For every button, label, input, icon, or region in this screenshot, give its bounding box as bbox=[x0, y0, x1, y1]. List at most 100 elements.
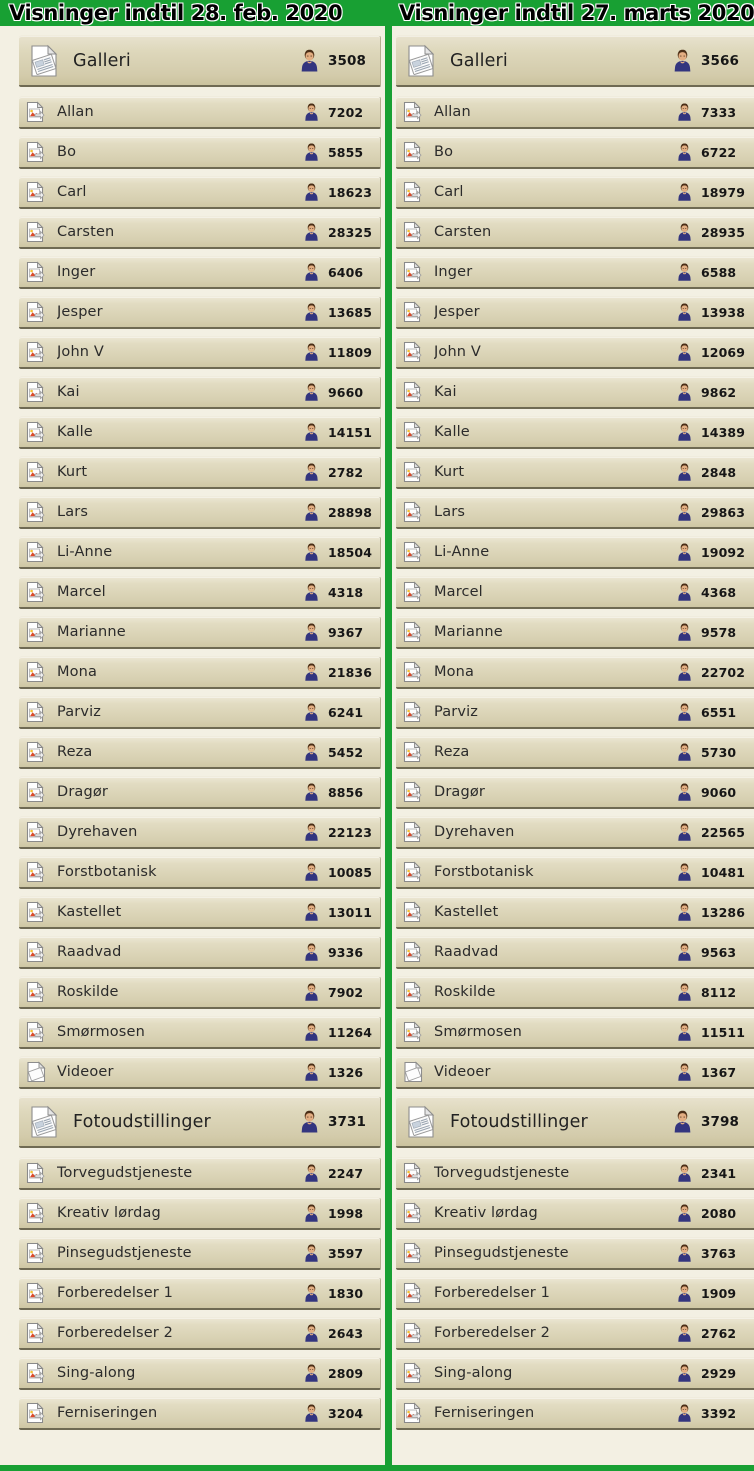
list-item-row[interactable]: Ferniseringen 3204 bbox=[19, 1397, 381, 1430]
list-item-label: Lars bbox=[434, 504, 466, 520]
view-count-group: 6406 bbox=[304, 263, 372, 281]
list-item-row[interactable]: Kreativ lørdag 2080 bbox=[396, 1197, 754, 1230]
group-row[interactable]: Fotoudstillinger 3731 bbox=[19, 1096, 381, 1148]
view-count-group: 11809 bbox=[304, 343, 372, 361]
list-item-row[interactable]: Ferniseringen 3392 bbox=[396, 1397, 754, 1430]
list-item-row[interactable]: Forberedelser 2 2643 bbox=[19, 1317, 381, 1350]
list-item-row[interactable]: Pinsegudstjeneste 3597 bbox=[19, 1237, 381, 1270]
person-icon bbox=[304, 1023, 319, 1041]
list-item-row[interactable]: Smørmosen 11264 bbox=[19, 1016, 381, 1049]
list-item-row[interactable]: Carsten 28935 bbox=[396, 216, 754, 249]
list-item-row[interactable]: Roskilde 7902 bbox=[19, 976, 381, 1009]
list-item-row[interactable]: Forberedelser 1 1830 bbox=[19, 1277, 381, 1310]
group-row[interactable]: Fotoudstillinger 3798 bbox=[396, 1096, 754, 1148]
list-item-row[interactable]: Carl 18623 bbox=[19, 176, 381, 209]
list-item-row[interactable]: Reza 5730 bbox=[396, 736, 754, 769]
list-item-row[interactable]: Mona 21836 bbox=[19, 656, 381, 689]
view-count-group: 2762 bbox=[677, 1324, 745, 1342]
list-item-label: Kai bbox=[57, 384, 80, 400]
image-document-icon bbox=[25, 301, 47, 323]
list-item-row[interactable]: Videoer 1326 bbox=[19, 1056, 381, 1089]
list-item-row[interactable]: Marcel 4368 bbox=[396, 576, 754, 609]
list-item-row[interactable]: Marianne 9578 bbox=[396, 616, 754, 649]
view-count-value: 18979 bbox=[701, 184, 745, 200]
image-document-icon bbox=[402, 621, 424, 643]
image-document-icon bbox=[25, 1282, 47, 1304]
image-document-icon bbox=[402, 1021, 424, 1043]
list-item-row[interactable]: Allan 7202 bbox=[19, 96, 381, 129]
list-item-row[interactable]: Kurt 2782 bbox=[19, 456, 381, 489]
list-item-label: Bo bbox=[434, 144, 454, 160]
list-item-row[interactable]: Dyrehaven 22565 bbox=[396, 816, 754, 849]
list-item-row[interactable]: Torvegudstjeneste 2247 bbox=[19, 1157, 381, 1190]
list-item-row[interactable]: Marcel 4318 bbox=[19, 576, 381, 609]
list-item-row[interactable]: Sing-along 2929 bbox=[396, 1357, 754, 1390]
list-item-row[interactable]: Kreativ lørdag 1998 bbox=[19, 1197, 381, 1230]
view-count-value: 5855 bbox=[328, 144, 364, 160]
list-item-label: Bo bbox=[57, 144, 77, 160]
list-item-row[interactable]: Bo 6722 bbox=[396, 136, 754, 169]
list-item-row[interactable]: Parviz 6241 bbox=[19, 696, 381, 729]
header-band: Visninger indtil 28. feb. 2020 Visninger… bbox=[0, 0, 754, 26]
person-icon bbox=[677, 1244, 692, 1262]
list-item-row[interactable]: Smørmosen 11511 bbox=[396, 1016, 754, 1049]
list-item-row[interactable]: Sing-along 2809 bbox=[19, 1357, 381, 1390]
person-icon bbox=[677, 1204, 692, 1222]
person-icon bbox=[304, 503, 319, 521]
list-item-row[interactable]: Videoer 1367 bbox=[396, 1056, 754, 1089]
person-icon bbox=[677, 983, 692, 1001]
list-item-row[interactable]: Jesper 13685 bbox=[19, 296, 381, 329]
list-item-row[interactable]: Raadvad 9336 bbox=[19, 936, 381, 969]
view-count-value: 2643 bbox=[328, 1325, 364, 1341]
list-item-label: Li-Anne bbox=[57, 544, 113, 560]
list-item-label: Allan bbox=[57, 104, 94, 120]
list-item-row[interactable]: Forberedelser 2 2762 bbox=[396, 1317, 754, 1350]
list-item-row[interactable]: Dyrehaven 22123 bbox=[19, 816, 381, 849]
list-item-row[interactable]: Allan 7333 bbox=[396, 96, 754, 129]
view-count-value: 2929 bbox=[701, 1365, 737, 1381]
list-item-row[interactable]: Parviz 6551 bbox=[396, 696, 754, 729]
list-item-row[interactable]: Carsten 28325 bbox=[19, 216, 381, 249]
list-item-row[interactable]: Jesper 13938 bbox=[396, 296, 754, 329]
list-item-row[interactable]: Raadvad 9563 bbox=[396, 936, 754, 969]
list-item-row[interactable]: Kastellet 13011 bbox=[19, 896, 381, 929]
list-item-row[interactable]: Pinsegudstjeneste 3763 bbox=[396, 1237, 754, 1270]
list-item-row[interactable]: Dragør 8856 bbox=[19, 776, 381, 809]
list-item-row[interactable]: Forberedelser 1 1909 bbox=[396, 1277, 754, 1310]
statistics-page: Visninger indtil 28. feb. 2020 Visninger… bbox=[0, 0, 754, 1471]
list-item-row[interactable]: Li-Anne 19092 bbox=[396, 536, 754, 569]
list-item-row[interactable]: John V 11809 bbox=[19, 336, 381, 369]
list-item-row[interactable]: Carl 18979 bbox=[396, 176, 754, 209]
list-item-row[interactable]: Dragør 9060 bbox=[396, 776, 754, 809]
view-count-value: 9660 bbox=[328, 384, 364, 400]
list-item-row[interactable]: Lars 28898 bbox=[19, 496, 381, 529]
list-item-row[interactable]: Kurt 2848 bbox=[396, 456, 754, 489]
image-document-icon bbox=[25, 1242, 47, 1264]
list-item-row[interactable]: Roskilde 8112 bbox=[396, 976, 754, 1009]
list-item-row[interactable]: Inger 6406 bbox=[19, 256, 381, 289]
list-item-row[interactable]: Kalle 14151 bbox=[19, 416, 381, 449]
list-item-row[interactable]: Bo 5855 bbox=[19, 136, 381, 169]
person-icon bbox=[677, 623, 692, 641]
list-item-row[interactable]: Lars 29863 bbox=[396, 496, 754, 529]
view-count-group: 3763 bbox=[677, 1244, 745, 1262]
group-row[interactable]: Galleri 3566 bbox=[396, 35, 754, 87]
list-item-row[interactable]: Forstbotanisk 10481 bbox=[396, 856, 754, 889]
list-item-row[interactable]: Li-Anne 18504 bbox=[19, 536, 381, 569]
list-item-row[interactable]: Torvegudstjeneste 2341 bbox=[396, 1157, 754, 1190]
list-item-row[interactable]: Mona 22702 bbox=[396, 656, 754, 689]
list-item-row[interactable]: Kai 9862 bbox=[396, 376, 754, 409]
list-item-row[interactable]: Kai 9660 bbox=[19, 376, 381, 409]
list-item-row[interactable]: Kalle 14389 bbox=[396, 416, 754, 449]
list-item-row[interactable]: Forstbotanisk 10085 bbox=[19, 856, 381, 889]
view-count-group: 7202 bbox=[304, 103, 372, 121]
view-count-group: 1830 bbox=[304, 1284, 372, 1302]
list-item-row[interactable]: Marianne 9367 bbox=[19, 616, 381, 649]
list-item-row[interactable]: Reza 5452 bbox=[19, 736, 381, 769]
list-item-row[interactable]: John V 12069 bbox=[396, 336, 754, 369]
list-item-row[interactable]: Kastellet 13286 bbox=[396, 896, 754, 929]
view-count-group: 6551 bbox=[677, 703, 745, 721]
person-icon bbox=[677, 1364, 692, 1382]
group-row[interactable]: Galleri 3508 bbox=[19, 35, 381, 87]
list-item-row[interactable]: Inger 6588 bbox=[396, 256, 754, 289]
